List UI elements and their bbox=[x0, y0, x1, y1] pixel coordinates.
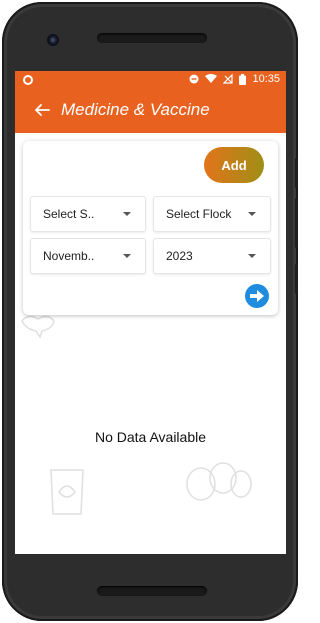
back-arrow-icon[interactable] bbox=[33, 101, 51, 119]
dropdown-caret-icon bbox=[123, 212, 131, 216]
add-button[interactable]: Add bbox=[204, 147, 264, 183]
bottom-speaker bbox=[97, 586, 207, 596]
battery-icon bbox=[239, 73, 247, 85]
status-bar: 10:35 bbox=[15, 71, 286, 89]
page-title: Medicine & Vaccine bbox=[61, 100, 210, 119]
power-button[interactable] bbox=[295, 264, 298, 294]
arrow-right-icon bbox=[250, 290, 264, 302]
volume-down-button[interactable] bbox=[295, 198, 298, 248]
flock-select[interactable]: Select Flock bbox=[153, 196, 271, 232]
status-time: 10:35 bbox=[252, 73, 280, 85]
year-select[interactable]: 2023 bbox=[153, 238, 271, 274]
month-select[interactable]: Novemb.. bbox=[30, 238, 146, 274]
go-button[interactable] bbox=[245, 284, 269, 308]
front-camera bbox=[47, 34, 59, 46]
flock-select-value: Select Flock bbox=[166, 207, 232, 221]
dropdown-caret-icon bbox=[248, 254, 256, 258]
shed-select-value: Select S.. bbox=[43, 207, 95, 221]
no-signal-icon bbox=[223, 74, 234, 84]
dropdown-caret-icon bbox=[248, 212, 256, 216]
shed-select[interactable]: Select S.. bbox=[30, 196, 146, 232]
year-select-value: 2023 bbox=[166, 249, 193, 263]
wifi-icon bbox=[205, 74, 218, 83]
app-screen: 10:35 Medicine & Vaccine Add Select S.. … bbox=[15, 71, 286, 554]
notification-icon bbox=[23, 75, 33, 85]
phone-frame: 10:35 Medicine & Vaccine Add Select S.. … bbox=[2, 2, 298, 621]
empty-state-message: No Data Available bbox=[94, 429, 207, 445]
app-bar: Medicine & Vaccine bbox=[15, 89, 286, 133]
dropdown-caret-icon bbox=[123, 254, 131, 258]
eggs-watermark-icon bbox=[186, 462, 252, 501]
do-not-disturb-icon bbox=[189, 74, 199, 84]
status-indicators: 10:35 bbox=[189, 73, 280, 85]
top-speaker bbox=[97, 33, 207, 43]
feed-bag-watermark-icon bbox=[50, 469, 84, 515]
volume-up-button[interactable] bbox=[295, 158, 298, 188]
month-select-value: Novemb.. bbox=[43, 249, 95, 263]
bird-watermark-icon bbox=[21, 315, 55, 339]
filter-card: Add Select S.. Select Flock Novemb.. 202… bbox=[23, 141, 278, 315]
